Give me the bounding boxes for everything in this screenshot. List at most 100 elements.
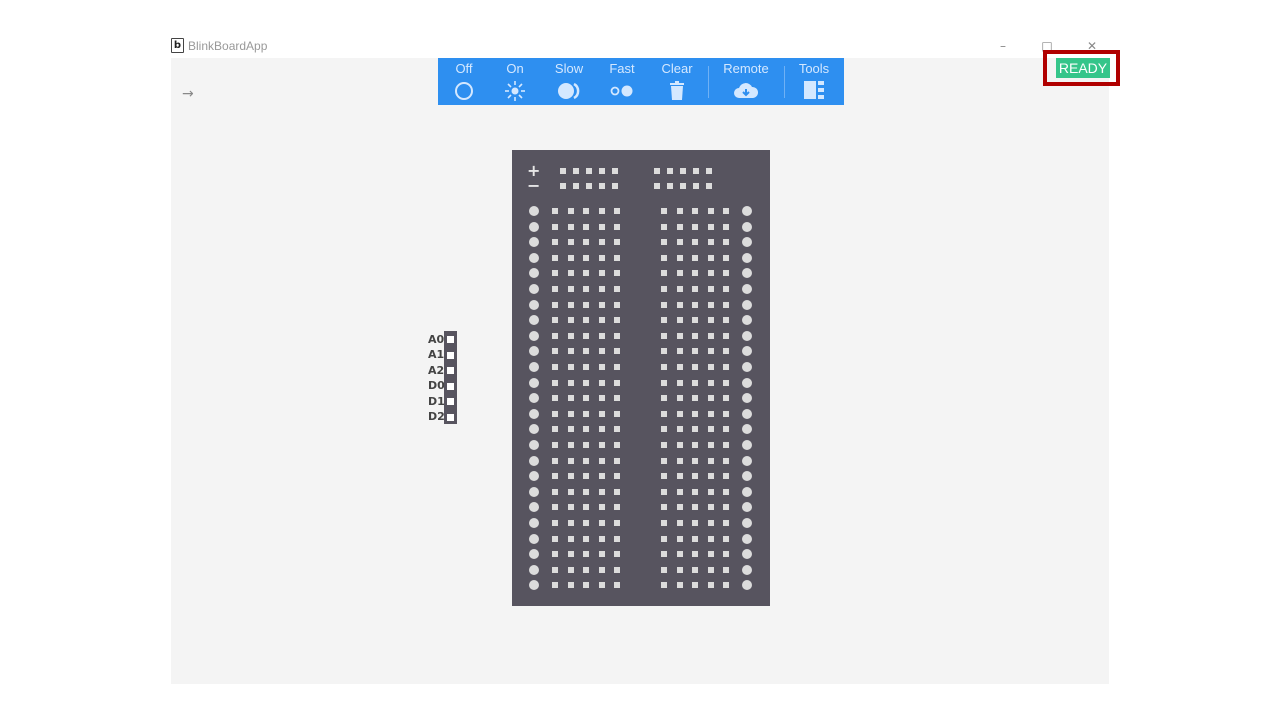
pin-hole[interactable] bbox=[447, 336, 454, 343]
breadboard-hole[interactable] bbox=[567, 286, 574, 292]
breadboard-bus-hole[interactable] bbox=[742, 206, 752, 216]
breadboard-hole[interactable] bbox=[680, 168, 686, 174]
breadboard-bus-hole[interactable] bbox=[742, 315, 752, 326]
breadboard-hole[interactable] bbox=[661, 301, 667, 308]
breadboard-hole[interactable] bbox=[586, 183, 592, 189]
breadboard-bus-hole[interactable] bbox=[742, 580, 752, 591]
breadboard-hole[interactable] bbox=[707, 208, 714, 214]
breadboard-hole[interactable] bbox=[723, 239, 729, 246]
breadboard-hole[interactable] bbox=[614, 379, 620, 386]
breadboard-hole[interactable] bbox=[552, 582, 558, 589]
breadboard-hole[interactable] bbox=[567, 301, 574, 308]
breadboard-hole[interactable] bbox=[598, 473, 605, 480]
breadboard-hole[interactable] bbox=[583, 239, 589, 246]
breadboard-bus-hole[interactable] bbox=[742, 268, 752, 279]
breadboard-hole[interactable] bbox=[661, 254, 667, 261]
breadboard-hole[interactable] bbox=[583, 317, 589, 324]
breadboard-hole[interactable] bbox=[723, 520, 729, 526]
breadboard-hole[interactable] bbox=[661, 442, 667, 448]
breadboard-hole[interactable] bbox=[614, 317, 620, 324]
breadboard-bus-hole[interactable] bbox=[742, 393, 752, 404]
breadboard-hole[interactable] bbox=[599, 168, 605, 174]
breadboard-hole[interactable] bbox=[583, 254, 589, 261]
breadboard-hole[interactable] bbox=[692, 364, 698, 370]
breadboard-hole[interactable] bbox=[676, 504, 683, 511]
breadboard-hole[interactable] bbox=[583, 473, 589, 480]
breadboard-hole[interactable] bbox=[598, 239, 605, 246]
breadboard-hole[interactable] bbox=[676, 364, 683, 370]
breadboard-hole[interactable] bbox=[661, 286, 667, 292]
breadboard-hole[interactable] bbox=[676, 208, 683, 214]
breadboard-hole[interactable] bbox=[676, 551, 683, 558]
breadboard-hole[interactable] bbox=[598, 442, 605, 448]
breadboard-hole[interactable] bbox=[567, 535, 574, 542]
breadboard-hole[interactable] bbox=[676, 332, 683, 339]
breadboard-hole[interactable] bbox=[586, 168, 592, 174]
breadboard-hole[interactable] bbox=[707, 332, 714, 339]
breadboard-bus-hole[interactable] bbox=[529, 549, 539, 560]
breadboard-hole[interactable] bbox=[707, 395, 714, 402]
breadboard-hole[interactable] bbox=[676, 348, 683, 355]
breadboard-hole[interactable] bbox=[567, 254, 574, 261]
breadboard-hole[interactable] bbox=[692, 286, 698, 292]
breadboard-bus-hole[interactable] bbox=[529, 440, 539, 450]
breadboard-hole[interactable] bbox=[692, 348, 698, 355]
breadboard-hole[interactable] bbox=[598, 332, 605, 339]
breadboard-hole[interactable] bbox=[661, 535, 667, 542]
breadboard-hole[interactable] bbox=[692, 426, 698, 433]
breadboard-hole[interactable] bbox=[583, 270, 589, 277]
breadboard-hole[interactable] bbox=[723, 488, 729, 495]
fast-button[interactable]: Fast bbox=[607, 58, 637, 105]
breadboard-hole[interactable] bbox=[723, 223, 729, 230]
minimize-button[interactable]: – bbox=[988, 36, 1018, 58]
forward-arrow-icon[interactable]: → bbox=[182, 86, 194, 102]
on-button[interactable]: On bbox=[501, 58, 529, 105]
breadboard-hole[interactable] bbox=[723, 301, 729, 308]
breadboard-hole[interactable] bbox=[598, 426, 605, 433]
breadboard-hole[interactable] bbox=[583, 301, 589, 308]
breadboard-bus-hole[interactable] bbox=[529, 580, 539, 591]
breadboard-hole[interactable] bbox=[661, 332, 667, 339]
breadboard-hole[interactable] bbox=[707, 348, 714, 355]
breadboard-hole[interactable] bbox=[706, 168, 712, 174]
breadboard-hole[interactable] bbox=[598, 286, 605, 292]
breadboard-hole[interactable] bbox=[614, 270, 620, 277]
breadboard-hole[interactable] bbox=[583, 208, 589, 214]
breadboard-hole[interactable] bbox=[654, 183, 660, 189]
breadboard-hole[interactable] bbox=[692, 208, 698, 214]
breadboard-hole[interactable] bbox=[552, 488, 558, 495]
pin-hole[interactable] bbox=[447, 398, 454, 405]
breadboard-hole[interactable] bbox=[723, 535, 729, 542]
breadboard-hole[interactable] bbox=[676, 473, 683, 480]
breadboard-hole[interactable] bbox=[706, 183, 712, 189]
breadboard-hole[interactable] bbox=[661, 364, 667, 370]
breadboard-hole[interactable] bbox=[692, 223, 698, 230]
breadboard-bus-hole[interactable] bbox=[529, 533, 539, 544]
breadboard-hole[interactable] bbox=[692, 301, 698, 308]
breadboard-hole[interactable] bbox=[661, 488, 667, 495]
breadboard-hole[interactable] bbox=[560, 183, 566, 189]
breadboard-hole[interactable] bbox=[567, 566, 574, 573]
breadboard-hole[interactable] bbox=[707, 317, 714, 324]
breadboard-hole[interactable] bbox=[567, 473, 574, 480]
breadboard-hole[interactable] bbox=[552, 364, 558, 370]
breadboard-hole[interactable] bbox=[723, 348, 729, 355]
slow-button[interactable]: Slow bbox=[552, 58, 586, 105]
breadboard-hole[interactable] bbox=[614, 348, 620, 355]
breadboard-hole[interactable] bbox=[676, 488, 683, 495]
breadboard-hole[interactable] bbox=[676, 270, 683, 277]
breadboard-hole[interactable] bbox=[676, 566, 683, 573]
breadboard-hole[interactable] bbox=[552, 457, 558, 464]
breadboard-hole[interactable] bbox=[723, 566, 729, 573]
breadboard-hole[interactable] bbox=[723, 457, 729, 464]
breadboard-hole[interactable] bbox=[661, 348, 667, 355]
breadboard-hole[interactable] bbox=[583, 223, 589, 230]
breadboard-hole[interactable] bbox=[567, 457, 574, 464]
breadboard-hole[interactable] bbox=[583, 582, 589, 589]
breadboard-hole[interactable] bbox=[567, 426, 574, 433]
breadboard-hole[interactable] bbox=[598, 551, 605, 558]
breadboard-hole[interactable] bbox=[567, 582, 574, 589]
breadboard-hole[interactable] bbox=[676, 442, 683, 448]
breadboard-hole[interactable] bbox=[567, 504, 574, 511]
breadboard-hole[interactable] bbox=[692, 488, 698, 495]
